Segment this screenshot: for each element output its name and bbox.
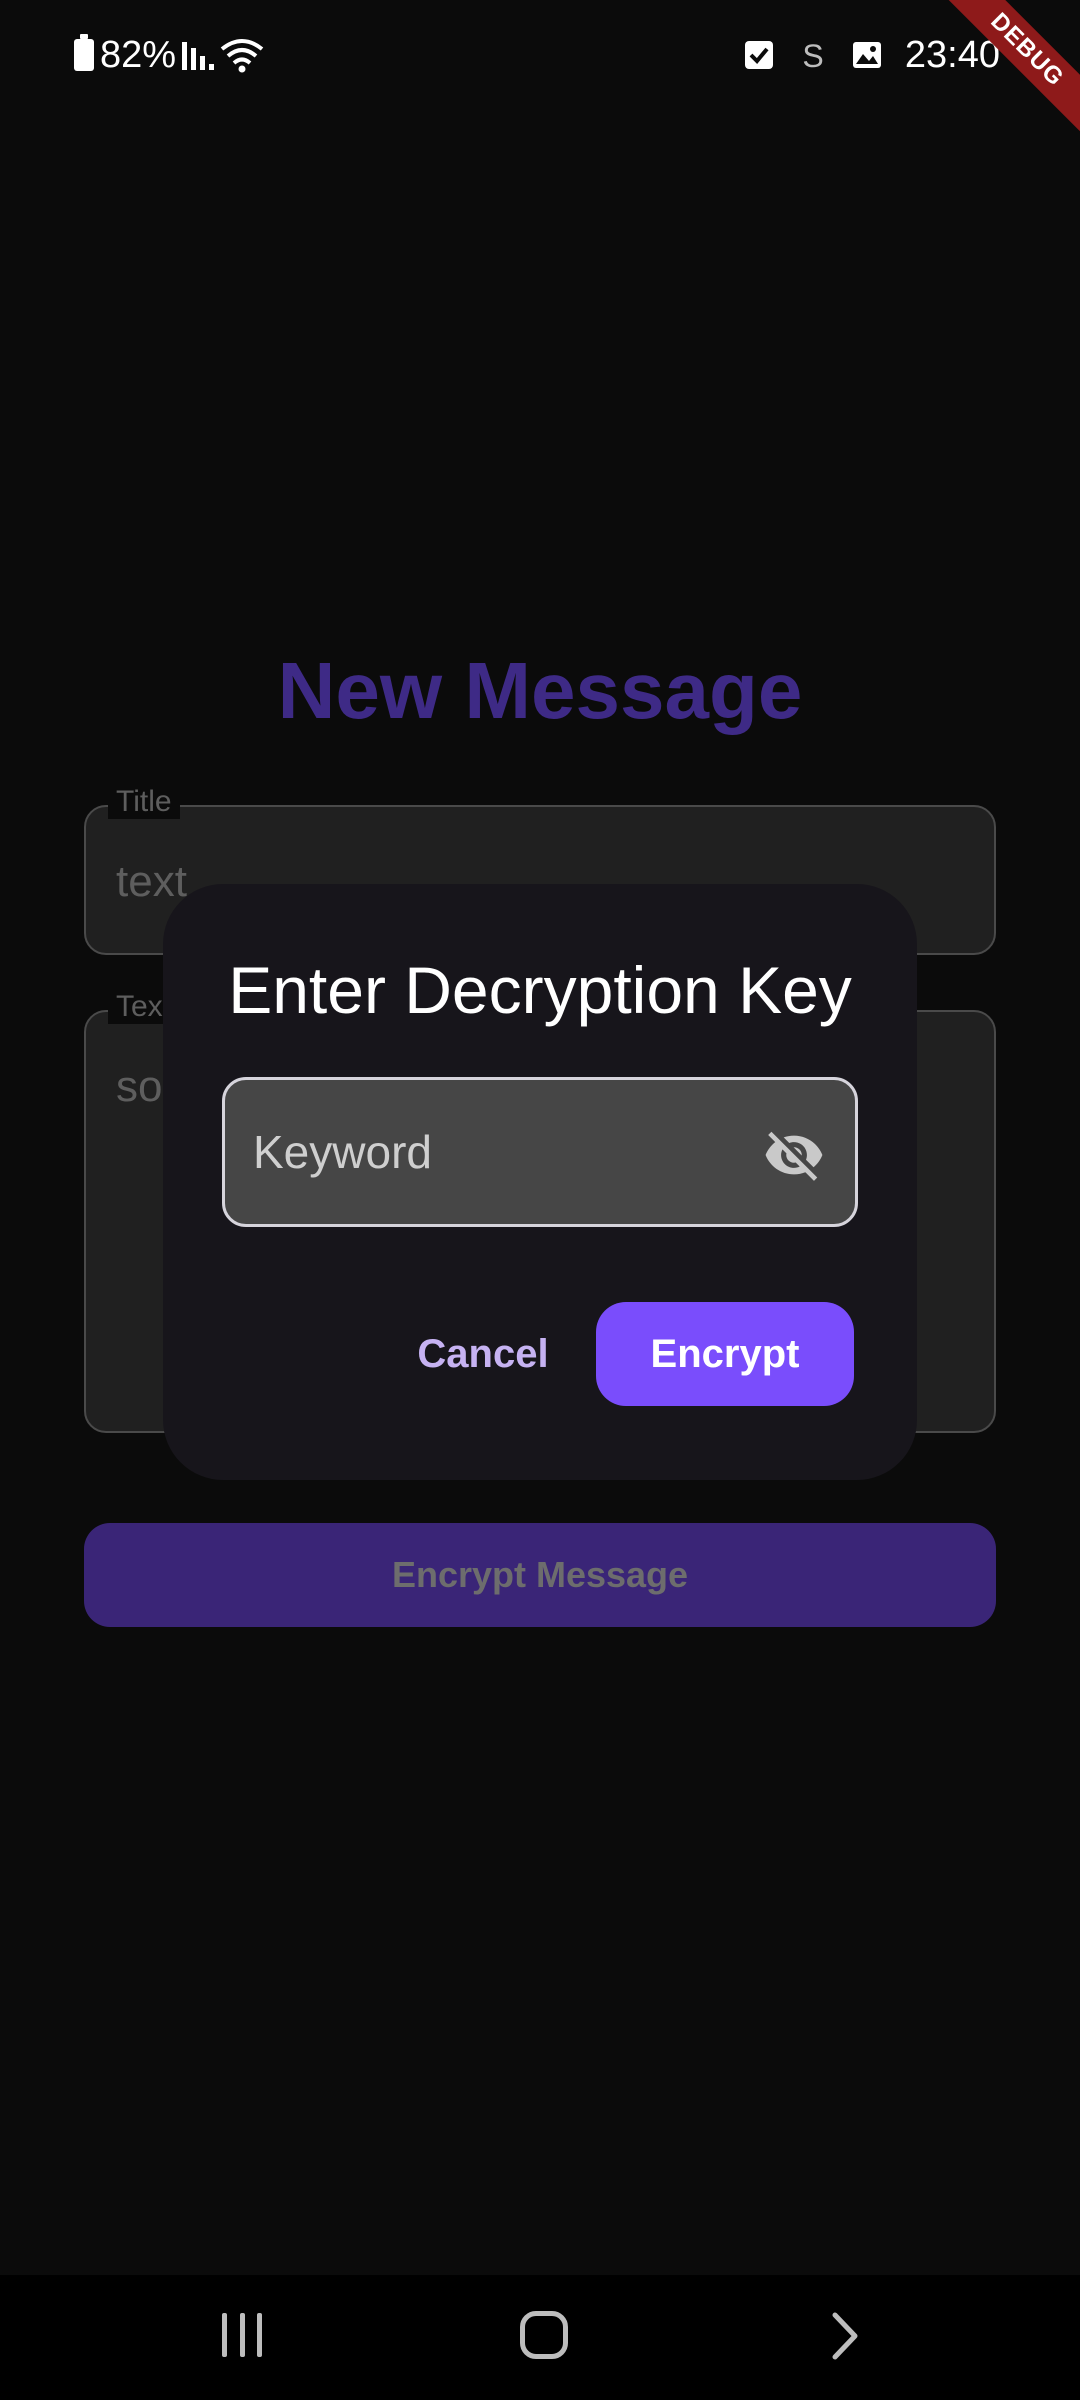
cancel-button[interactable]: Cancel bbox=[403, 1302, 563, 1406]
navigation-bar bbox=[0, 2275, 1080, 2400]
keyword-input-container[interactable] bbox=[222, 1077, 858, 1227]
decryption-key-dialog: Enter Decryption Key Cancel Encrypt bbox=[163, 884, 917, 1480]
dialog-title: Enter Decryption Key bbox=[228, 953, 852, 1027]
back-icon[interactable] bbox=[825, 2311, 865, 2361]
visibility-off-icon[interactable] bbox=[763, 1124, 825, 1186]
recent-apps-icon[interactable] bbox=[222, 2313, 262, 2357]
encrypt-button[interactable]: Encrypt bbox=[596, 1302, 854, 1406]
home-icon[interactable] bbox=[520, 2311, 568, 2359]
keyword-input[interactable] bbox=[253, 1080, 753, 1224]
